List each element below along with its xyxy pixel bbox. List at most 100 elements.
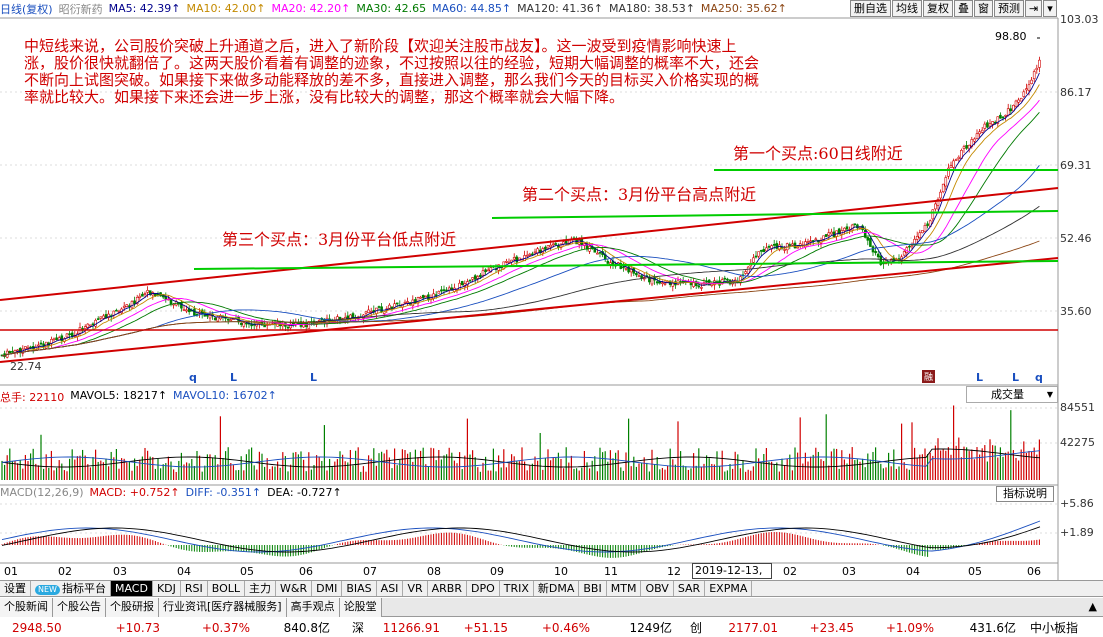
adjust-button[interactable]: 复权 [923,0,953,17]
support-line-high [491,210,1059,219]
candle-body [11,351,14,353]
tab-stock-research[interactable]: 个股研报 [106,598,159,617]
candle-body [635,273,638,276]
event-marker-q[interactable]: q [1035,371,1043,384]
margin-badge[interactable]: 融 [922,370,936,383]
event-marker-l[interactable]: L [1012,371,1019,384]
tab-obv[interactable]: OBV [641,581,674,596]
candle-body [908,245,911,248]
tab-vr[interactable]: VR [403,581,428,596]
candle-body [515,256,519,263]
candle-body [793,242,797,249]
window-button[interactable]: 窗 [974,0,993,17]
candle-body [871,246,875,253]
candle-body [759,250,763,252]
expand-up-icon[interactable]: ▲ [1089,600,1097,613]
chart-type-label[interactable]: 日线(复权) [0,1,53,17]
candle-body [726,278,729,281]
tab-bbi[interactable]: BBI [579,581,607,596]
ma30-label: MA30: 42.65 [356,2,427,15]
x-tick: 02 [58,565,72,578]
tab-new-dma[interactable]: 新DMA [534,581,580,596]
candle-body [24,346,27,350]
candle-body [814,238,818,241]
board-label[interactable]: 中小板指 [1016,619,1078,636]
event-marker-l[interactable]: L [310,371,317,384]
volume-select-value: 成交量 [991,388,1024,401]
volume-indicator-select[interactable]: 成交量 ▼ [966,386,1058,403]
event-marker-l[interactable]: L [976,371,983,384]
candle-body [83,326,87,329]
x-tick: 09 [490,565,504,578]
candle-body [533,251,537,254]
tab-forum[interactable]: 论股堂 [339,598,382,617]
overlay-button[interactable]: 叠 [954,0,973,17]
tab-mtm[interactable]: MTM [607,581,642,596]
tab-kdj[interactable]: KDJ [153,581,181,596]
volume-tick: 84551 [1060,401,1095,414]
tab-stock-announcements[interactable]: 个股公告 [53,598,106,617]
candle-body [421,294,425,299]
candle-body [99,316,103,319]
tab-dpo[interactable]: DPO [467,581,500,596]
tab-macd[interactable]: MACD [110,581,153,596]
tab-dmi[interactable]: DMI [312,581,343,596]
candle-body [754,255,758,258]
candle-body [783,249,786,251]
tab-trix[interactable]: TRIX [500,581,534,596]
candle-body [744,271,747,274]
candle-body [640,275,643,279]
tab-label: 指标平台 [61,582,106,595]
candle-body [637,275,641,278]
tab-arbr[interactable]: ARBR [428,581,467,596]
tab-sar[interactable]: SAR [674,581,706,596]
indicator-tabs: 设置 NEW 指标平台 MACD KDJ RSI BOLL 主力 W&R DMI … [0,580,1103,597]
candle-body [796,246,799,249]
candle-body [528,253,532,256]
candle-body [432,293,435,299]
event-marker-q[interactable]: q [189,371,197,384]
candle-body [1014,100,1018,107]
info-tabs: 个股新闻 个股公告 个股研报 行业资讯[医疗器械服务] 高手观点 论股堂 ▲ [0,598,1103,617]
tab-industry-news[interactable]: 行业资讯[医疗器械服务] [159,598,287,617]
tab-expert-views[interactable]: 高手观点 [286,598,340,617]
ma-button[interactable]: 均线 [892,0,922,17]
cursor-date: 2019-12-13,五 [692,563,772,591]
tab-settings[interactable]: 设置 [0,581,31,596]
candle-body [824,234,828,237]
tab-main-force[interactable]: 主力 [245,581,277,596]
candle-body [931,209,935,220]
candle-body [791,243,794,246]
tab-boll[interactable]: BOLL [208,581,246,596]
candle-body [226,318,230,321]
event-marker-l[interactable]: L [230,371,237,384]
tab-bias[interactable]: BIAS [342,581,377,596]
tab-indicator-platform[interactable]: NEW 指标平台 [31,581,111,596]
dea-line [1,526,1041,553]
x-tick: 04 [906,565,920,578]
candle-body [918,232,922,239]
candle-body [876,253,880,258]
candle-body [437,291,441,294]
candle-body [471,277,474,280]
candle-body [941,183,945,193]
forecast-button[interactable]: 预测 [994,0,1024,17]
buy-point-3-label: 第三个买点：3月份平台低点附近 [222,230,457,249]
indicator-help-button[interactable]: 指标说明 [996,486,1054,502]
candle-body [606,260,610,264]
chevron-down-icon[interactable]: ▾ [1043,0,1057,17]
x-tick: 03 [113,565,127,578]
sh-change: +10.73 [115,620,160,635]
tab-expma[interactable]: EXPMA [705,581,753,596]
candle-body [915,236,919,240]
candle-body [746,266,750,274]
tab-wr[interactable]: W&R [276,581,313,596]
candle-body [551,243,555,246]
x-tick: 08 [427,565,441,578]
tab-asi[interactable]: ASI [377,581,404,596]
tab-rsi[interactable]: RSI [181,581,208,596]
candle-body [1025,88,1028,91]
tab-stock-news[interactable]: 个股新闻 [0,598,53,617]
arrow-right-bar-icon[interactable]: ⇥ [1025,0,1043,17]
remove-watchlist-button[interactable]: 删自选 [850,0,891,17]
